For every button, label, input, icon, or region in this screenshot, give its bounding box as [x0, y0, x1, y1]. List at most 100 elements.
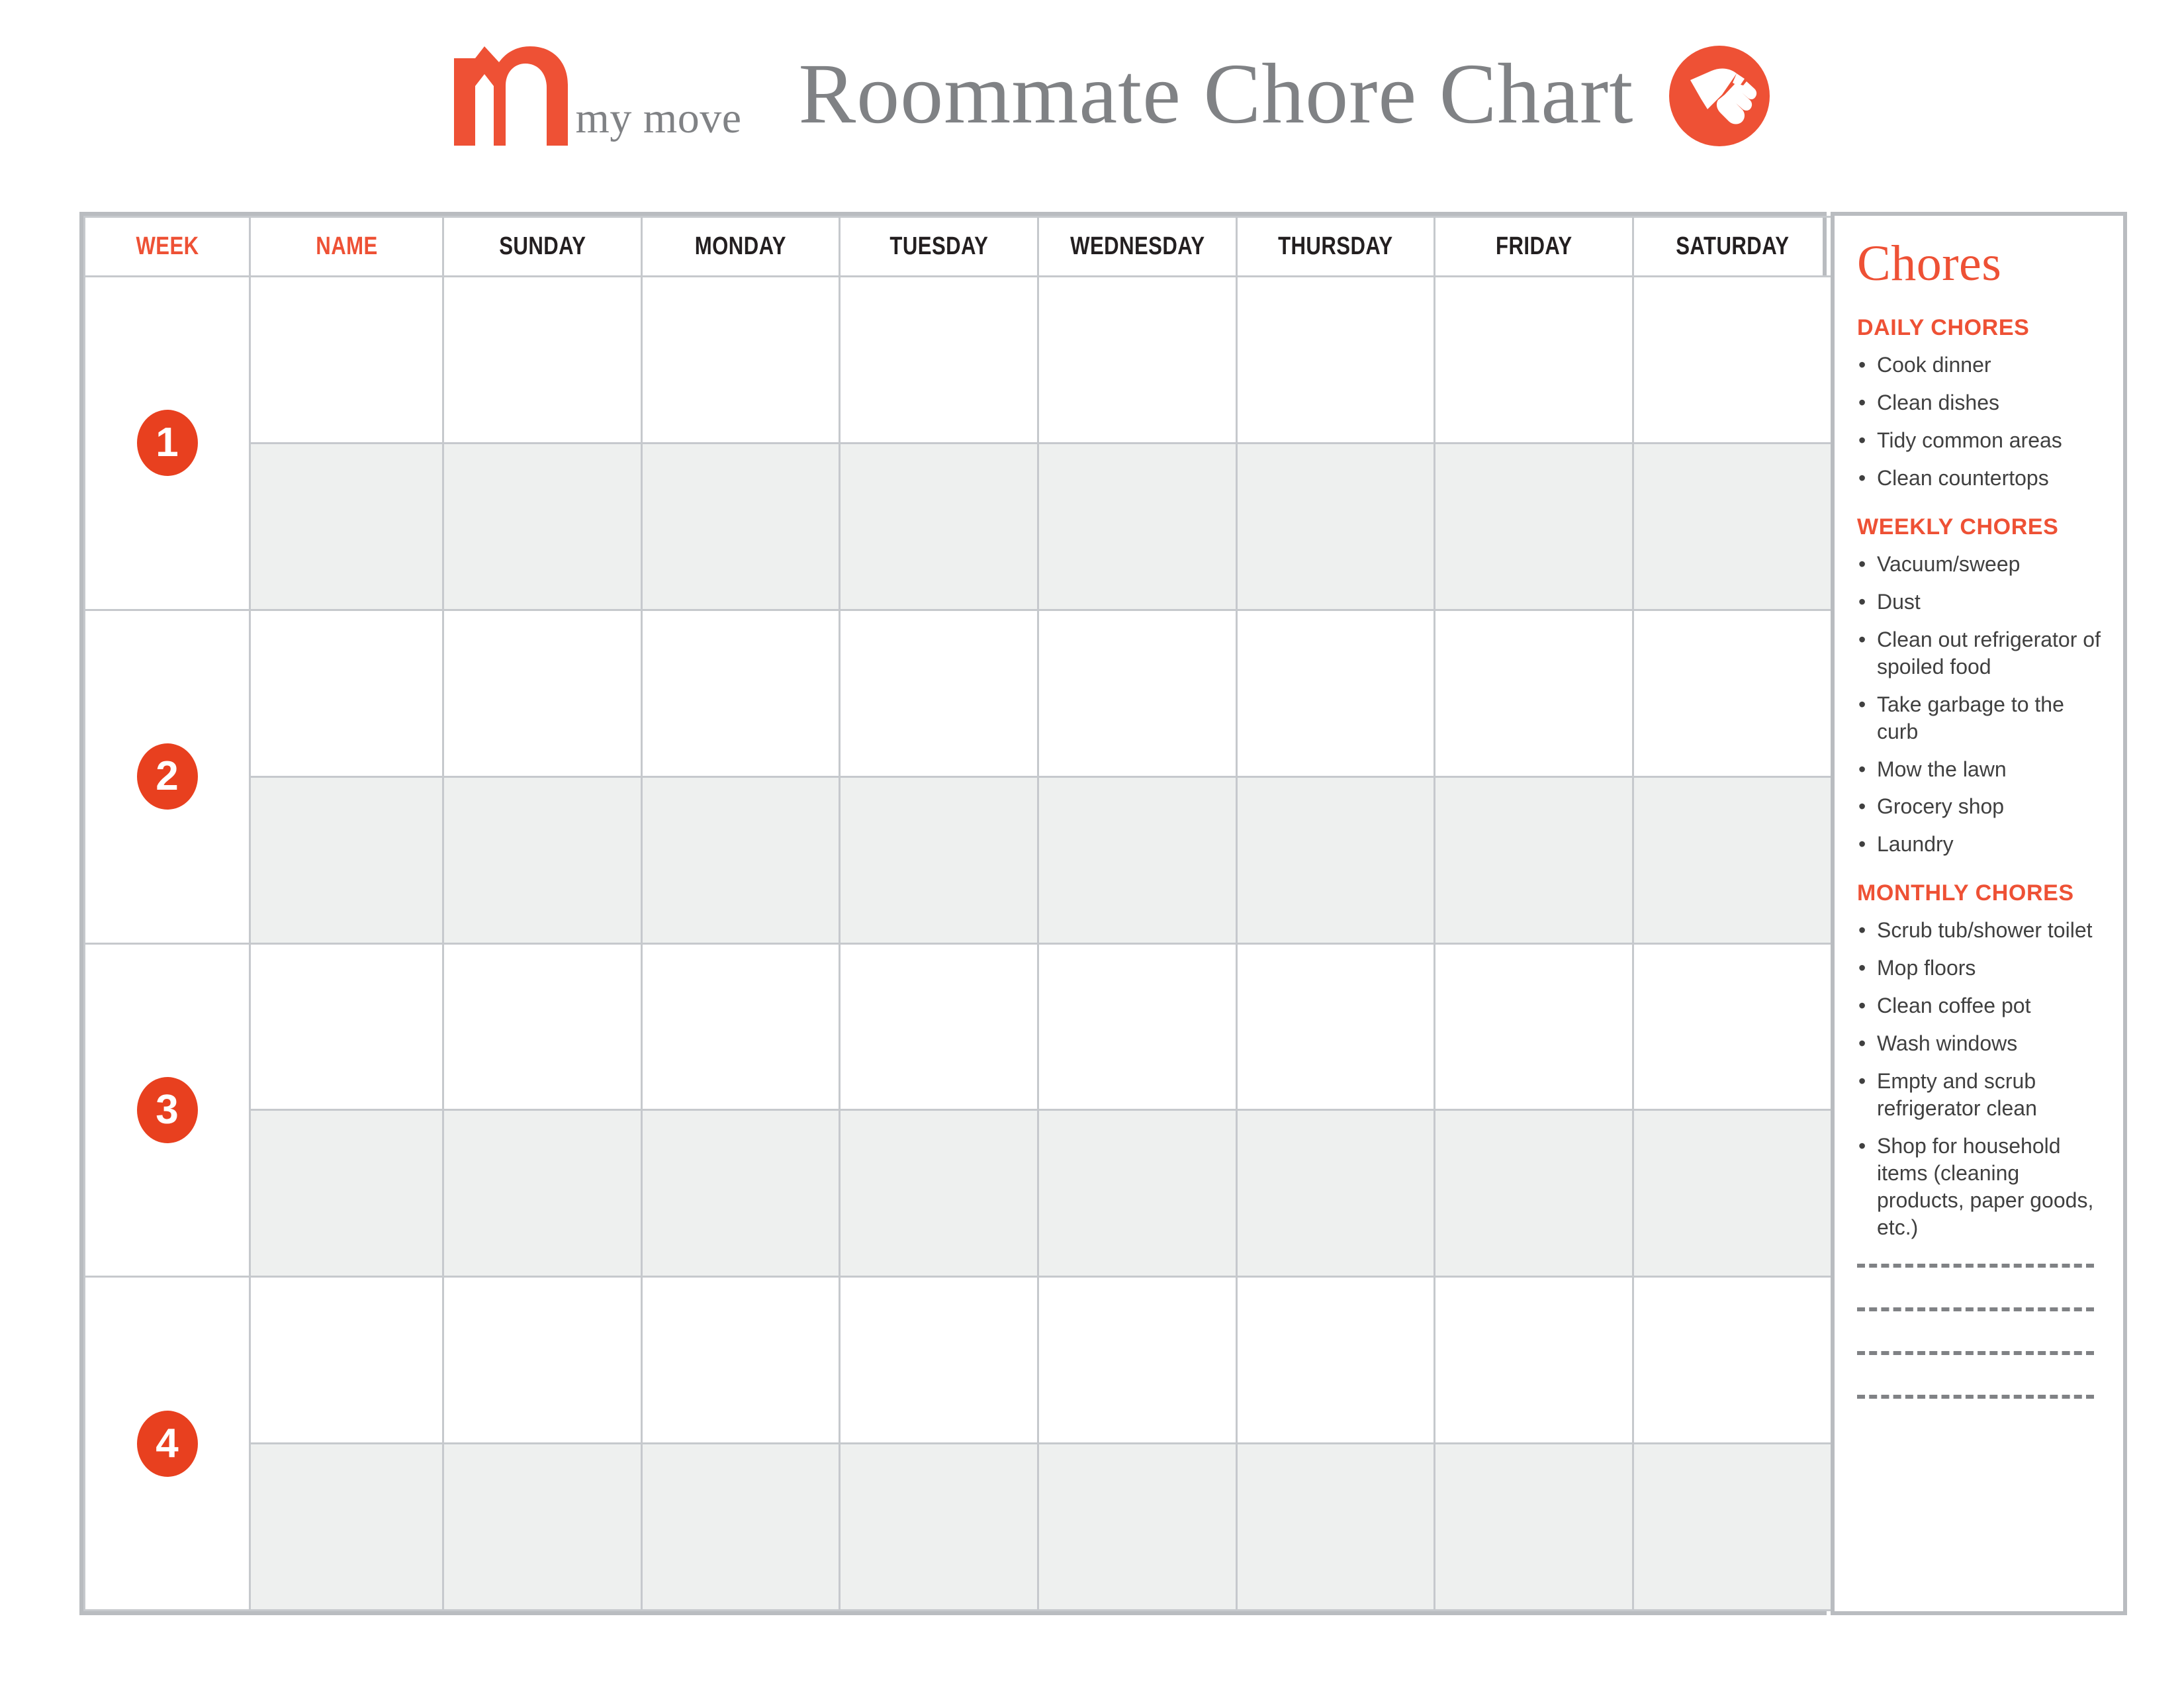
cell-name-w3r1[interactable] — [249, 942, 444, 1111]
cell-saturday-w3r1[interactable] — [1632, 942, 1833, 1111]
column-header-week: WEEK — [98, 216, 236, 277]
write-in-line[interactable] — [1857, 1350, 2094, 1355]
cell-name-w1r2[interactable] — [249, 442, 444, 611]
list-item: Clean dishes — [1857, 389, 2103, 416]
list-item: Shop for household items (cleaning produ… — [1857, 1133, 2103, 1241]
list-item: Cook dinner — [1857, 352, 2103, 379]
cell-tuesday-w3r2[interactable] — [839, 1109, 1040, 1278]
cell-name-w4r2[interactable] — [249, 1442, 444, 1611]
cell-friday-w1r1[interactable] — [1433, 275, 1635, 444]
cell-wednesday-w2r1[interactable] — [1037, 608, 1238, 778]
cell-monday-w2r1[interactable] — [640, 608, 841, 778]
table-row: 1 — [83, 275, 1833, 611]
week-cell-4: 4 — [83, 1276, 251, 1611]
cell-wednesday-w2r2[interactable] — [1037, 775, 1238, 945]
cell-friday-w1r2[interactable] — [1433, 442, 1635, 611]
table-row — [85, 1442, 1833, 1611]
list-item: Vacuum/sweep — [1857, 551, 2103, 578]
mymove-wordmark: my move — [575, 94, 742, 142]
cell-friday-w2r1[interactable] — [1433, 608, 1635, 778]
cell-sunday-w4r2[interactable] — [442, 1442, 643, 1611]
cell-sunday-w3r1[interactable] — [442, 942, 643, 1111]
table-header-row: WEEK NAME SUNDAY MONDAY TUESDAY WEDNESDA… — [85, 216, 1832, 277]
cell-saturday-w2r2[interactable] — [1632, 775, 1833, 945]
chores-panel-title: Chores — [1857, 236, 2002, 291]
list-item: Grocery shop — [1857, 793, 2103, 820]
list-item: Laundry — [1857, 831, 2103, 858]
cell-tuesday-w1r1[interactable] — [839, 275, 1040, 444]
cleaning-badge — [1669, 46, 1770, 146]
cell-wednesday-w3r2[interactable] — [1037, 1109, 1238, 1278]
mymove-m-logo-icon — [453, 46, 573, 146]
cell-sunday-w3r2[interactable] — [442, 1109, 643, 1278]
list-item: Mop floors — [1857, 955, 2103, 982]
cell-friday-w3r1[interactable] — [1433, 942, 1635, 1111]
cell-monday-w2r2[interactable] — [640, 775, 841, 945]
cell-thursday-w4r1[interactable] — [1235, 1276, 1436, 1445]
cell-wednesday-w1r1[interactable] — [1037, 275, 1238, 444]
cell-monday-w3r2[interactable] — [640, 1109, 841, 1278]
cell-name-w3r2[interactable] — [249, 1109, 444, 1278]
cell-thursday-w2r1[interactable] — [1235, 608, 1436, 778]
cell-monday-w1r2[interactable] — [640, 442, 841, 611]
list-item: Tidy common areas — [1857, 427, 2103, 454]
column-header-saturday: SATURDAY — [1650, 216, 1815, 277]
cell-saturday-w4r1[interactable] — [1632, 1276, 1833, 1445]
cell-friday-w3r2[interactable] — [1433, 1109, 1635, 1278]
list-item: Clean out refrigerator of spoiled food — [1857, 626, 2103, 680]
list-item: Clean coffee pot — [1857, 992, 2103, 1019]
cell-tuesday-w3r1[interactable] — [839, 942, 1040, 1111]
write-in-line[interactable] — [1857, 1307, 2094, 1311]
mymove-logo: my move — [453, 46, 742, 146]
cell-friday-w4r2[interactable] — [1433, 1442, 1635, 1611]
column-header-name: NAME — [266, 216, 427, 277]
cell-sunday-w1r1[interactable] — [442, 275, 643, 444]
cell-wednesday-w4r1[interactable] — [1037, 1276, 1238, 1445]
cell-sunday-w1r2[interactable] — [442, 442, 643, 611]
cell-sunday-w2r1[interactable] — [442, 608, 643, 778]
cell-tuesday-w4r2[interactable] — [839, 1442, 1040, 1611]
cell-saturday-w4r2[interactable] — [1632, 1442, 1833, 1611]
cell-tuesday-w2r1[interactable] — [839, 608, 1040, 778]
cell-sunday-w4r1[interactable] — [442, 1276, 643, 1445]
chore-items-monthly: Scrub tub/shower toilet Mop floors Clean… — [1857, 917, 2103, 1241]
list-item: Dust — [1857, 588, 2103, 616]
custom-chore-write-in-lines — [1857, 1263, 2103, 1399]
cell-tuesday-w4r1[interactable] — [839, 1276, 1040, 1445]
cell-saturday-w2r1[interactable] — [1632, 608, 1833, 778]
cell-wednesday-w4r2[interactable] — [1037, 1442, 1238, 1611]
write-in-line[interactable] — [1857, 1394, 2094, 1399]
chore-items-weekly: Vacuum/sweep Dust Clean out refrigerator… — [1857, 551, 2103, 859]
week-cell-2: 2 — [83, 608, 251, 945]
cell-thursday-w1r1[interactable] — [1235, 275, 1436, 444]
cell-wednesday-w3r1[interactable] — [1037, 942, 1238, 1111]
chore-schedule-grid: WEEK NAME SUNDAY MONDAY TUESDAY WEDNESDA… — [79, 212, 1833, 1615]
cell-friday-w2r2[interactable] — [1433, 775, 1635, 945]
cell-wednesday-w1r2[interactable] — [1037, 442, 1238, 611]
write-in-line[interactable] — [1857, 1263, 2094, 1268]
cell-name-w2r1[interactable] — [249, 608, 444, 778]
page-title: Roommate Chore Chart — [798, 46, 1634, 142]
cell-friday-w4r1[interactable] — [1433, 1276, 1635, 1445]
cell-tuesday-w1r2[interactable] — [839, 442, 1040, 611]
cell-name-w2r2[interactable] — [249, 775, 444, 945]
cell-thursday-w3r2[interactable] — [1235, 1109, 1436, 1278]
list-item: Take garbage to the curb — [1857, 691, 2103, 745]
cell-saturday-w3r2[interactable] — [1632, 1109, 1833, 1278]
cell-saturday-w1r2[interactable] — [1632, 442, 1833, 611]
cell-sunday-w2r2[interactable] — [442, 775, 643, 945]
cell-thursday-w1r2[interactable] — [1235, 442, 1436, 611]
cell-thursday-w3r1[interactable] — [1235, 942, 1436, 1111]
cell-saturday-w1r1[interactable] — [1632, 275, 1833, 444]
cell-tuesday-w2r2[interactable] — [839, 775, 1040, 945]
cell-monday-w4r1[interactable] — [640, 1276, 841, 1445]
cell-monday-w1r1[interactable] — [640, 275, 841, 444]
cell-thursday-w2r2[interactable] — [1235, 775, 1436, 945]
cell-monday-w4r2[interactable] — [640, 1442, 841, 1611]
week-number-badge: 4 — [136, 1410, 198, 1477]
cell-monday-w3r1[interactable] — [640, 942, 841, 1111]
cell-name-w1r1[interactable] — [249, 275, 444, 444]
cell-thursday-w4r2[interactable] — [1235, 1442, 1436, 1611]
cell-name-w4r1[interactable] — [249, 1276, 444, 1445]
chores-reference-panel: Chores DAILY CHORES Cook dinner Clean di… — [1831, 212, 2127, 1615]
